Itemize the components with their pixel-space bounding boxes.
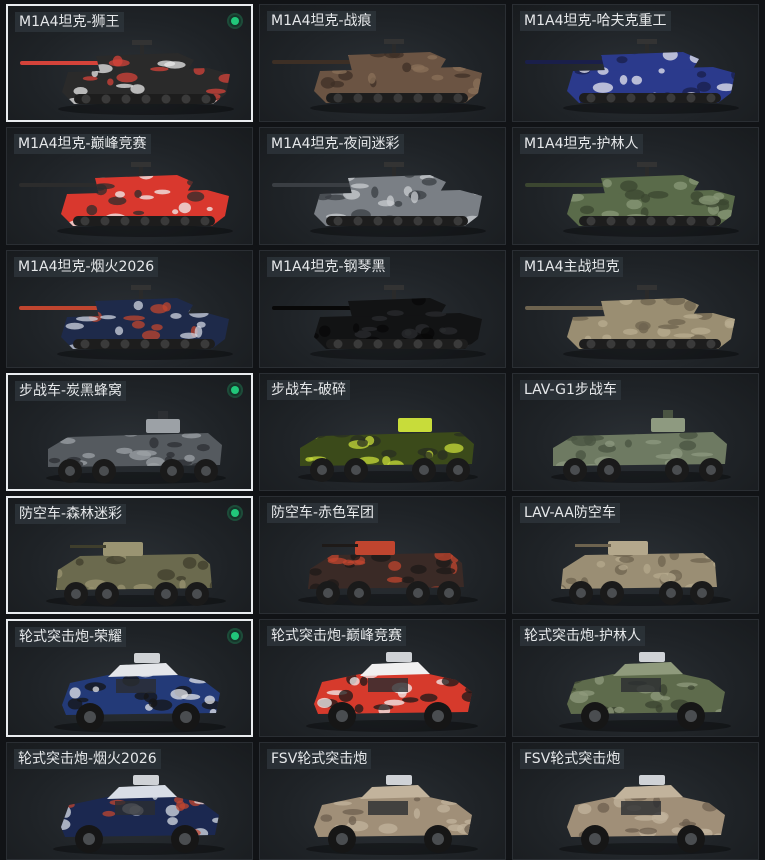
skin-tile[interactable]: M1A4坦克-巅峰竞赛 <box>6 127 253 245</box>
skin-name-label: M1A4坦克-战痕 <box>267 11 376 31</box>
skin-name-label: FSV轮式突击炮 <box>267 749 372 769</box>
skin-tile[interactable]: M1A4坦克-烟火2026 <box>6 250 253 368</box>
gun-barrel <box>525 306 615 310</box>
gun-barrel <box>19 183 109 187</box>
skin-tile[interactable]: M1A4坦克-战痕 <box>259 4 506 122</box>
equipped-indicator-icon <box>227 382 243 398</box>
skin-tile[interactable]: M1A4坦克-护林人 <box>512 127 759 245</box>
skin-name-label: LAV-AA防空车 <box>520 503 620 523</box>
equipped-indicator-icon <box>227 13 243 29</box>
skin-tile[interactable]: LAV-AA防空车 <box>512 496 759 614</box>
equipped-indicator-icon <box>227 505 243 521</box>
skin-tile[interactable]: FSV轮式突击炮 <box>512 742 759 860</box>
skin-tile[interactable]: FSV轮式突击炮 <box>259 742 506 860</box>
skin-tile[interactable]: 防空车-赤色军团 <box>259 496 506 614</box>
gun-barrel <box>19 306 109 310</box>
skin-tile[interactable]: LAV-G1步战车 <box>512 373 759 491</box>
gun-barrel <box>272 306 362 310</box>
skin-name-label: FSV轮式突击炮 <box>520 749 625 769</box>
skin-grid: M1A4坦克-狮王 M1A4坦克-战痕 M1A4坦克-哈夫克重工 M1A4坦克-… <box>6 4 763 860</box>
gun-barrel <box>525 183 615 187</box>
skin-name-label: M1A4坦克-狮王 <box>15 12 124 32</box>
gun-barrel <box>272 60 362 64</box>
skin-name-label: M1A4坦克-护林人 <box>520 134 643 154</box>
skin-tile[interactable]: 轮式突击炮-荣耀 <box>6 619 253 737</box>
skin-name-label: M1A4坦克-哈夫克重工 <box>520 11 671 31</box>
skin-name-label: 防空车-赤色军团 <box>267 503 379 523</box>
skin-tile[interactable]: 轮式突击炮-护林人 <box>512 619 759 737</box>
skin-tile[interactable]: 步战车-炭黑蜂窝 <box>6 373 253 491</box>
gun-barrel <box>272 183 362 187</box>
gun-barrel <box>20 61 110 65</box>
gun-barrel <box>525 60 615 64</box>
skin-name-label: M1A4坦克-夜间迷彩 <box>267 134 404 154</box>
skin-name-label: 防空车-森林迷彩 <box>15 504 127 524</box>
skin-tile[interactable]: 防空车-森林迷彩 <box>6 496 253 614</box>
skin-name-label: M1A4坦克-烟火2026 <box>14 257 159 277</box>
skin-tile[interactable]: M1A4坦克-哈夫克重工 <box>512 4 759 122</box>
skin-name-label: M1A4坦克-巅峰竞赛 <box>14 134 151 154</box>
skin-tile[interactable]: M1A4坦克-狮王 <box>6 4 253 122</box>
skin-name-label: LAV-G1步战车 <box>520 380 621 400</box>
skin-name-label: 轮式突击炮-巅峰竞赛 <box>267 626 407 646</box>
skin-name-label: M1A4主战坦克 <box>520 257 624 277</box>
skin-name-label: M1A4坦克-钢琴黑 <box>267 257 390 277</box>
skin-name-label: 步战车-炭黑蜂窝 <box>15 381 127 401</box>
skin-tile[interactable]: 轮式突击炮-巅峰竞赛 <box>259 619 506 737</box>
skin-tile[interactable]: 轮式突击炮-烟火2026 <box>6 742 253 860</box>
skin-name-label: 轮式突击炮-护林人 <box>520 626 646 646</box>
equipped-indicator-icon <box>227 628 243 644</box>
skin-name-label: 步战车-破碎 <box>267 380 351 400</box>
skin-tile[interactable]: M1A4主战坦克 <box>512 250 759 368</box>
skin-name-label: 轮式突击炮-荣耀 <box>15 627 127 647</box>
skin-tile[interactable]: 步战车-破碎 <box>259 373 506 491</box>
skin-tile[interactable]: M1A4坦克-钢琴黑 <box>259 250 506 368</box>
skin-tile[interactable]: M1A4坦克-夜间迷彩 <box>259 127 506 245</box>
skin-name-label: 轮式突击炮-烟火2026 <box>14 749 161 769</box>
